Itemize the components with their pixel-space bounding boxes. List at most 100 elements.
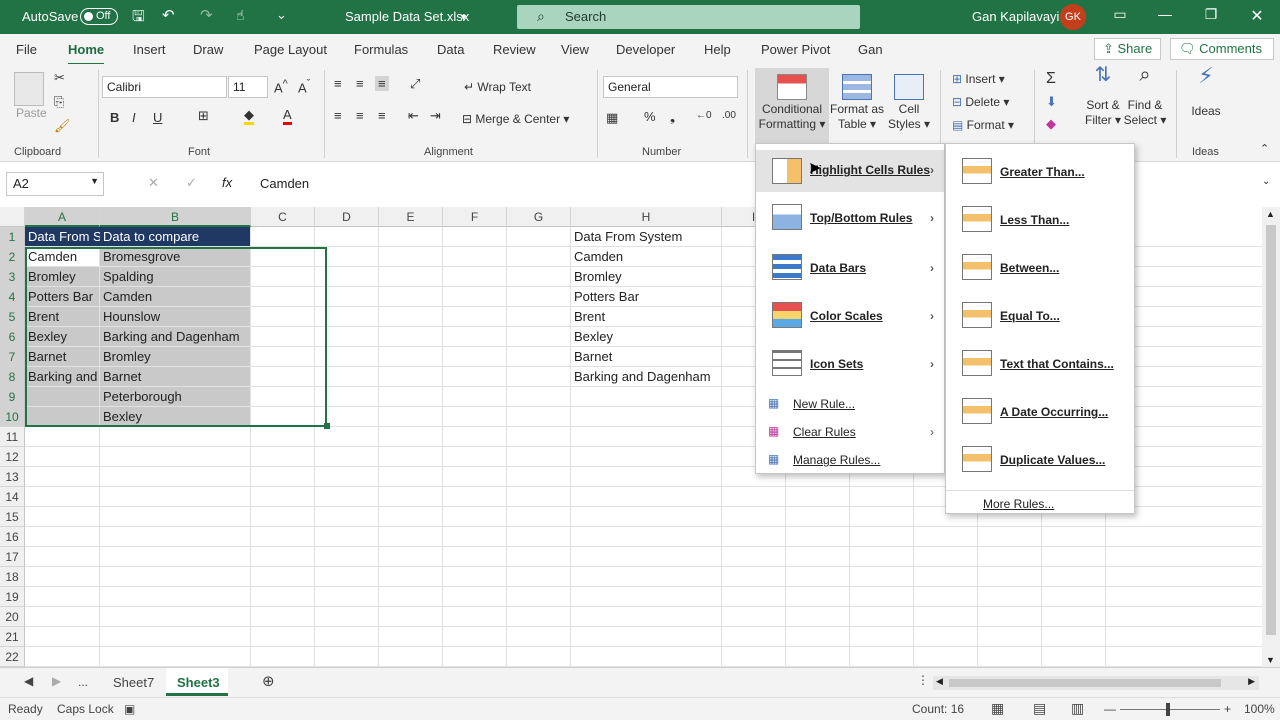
tab-insert[interactable]: Insert: [133, 42, 166, 57]
format-cells-button[interactable]: ▤ Format ▾: [952, 118, 1014, 132]
increase-font-icon[interactable]: A^: [274, 78, 288, 95]
underline-button[interactable]: U: [153, 110, 162, 125]
percent-icon[interactable]: %: [644, 109, 656, 124]
row-header-18[interactable]: 18: [0, 567, 25, 587]
row-header-4[interactable]: 4: [0, 287, 25, 307]
cell-b4[interactable]: Camden: [100, 287, 251, 307]
sheet-tab-sheet7[interactable]: Sheet7: [113, 675, 154, 690]
row-header-11[interactable]: 11: [0, 427, 25, 447]
h-scroll-thumb[interactable]: [949, 679, 1221, 687]
fill-icon[interactable]: ⬇: [1046, 94, 1057, 110]
horizontal-scrollbar[interactable]: ◀ ▶: [933, 676, 1259, 690]
submenu-item-date-occurring[interactable]: A Date Occurring...: [946, 392, 1134, 432]
tab-developer[interactable]: Developer: [616, 42, 675, 57]
scroll-thumb[interactable]: [1266, 225, 1276, 635]
sheet-tab-sheet3[interactable]: Sheet3: [166, 668, 228, 696]
name-box[interactable]: A2 ▼: [6, 172, 104, 196]
cell-h5[interactable]: Brent: [571, 307, 722, 327]
tab-file[interactable]: File: [16, 42, 37, 57]
autosave-toggle[interactable]: Off: [80, 8, 118, 25]
find-select-button[interactable]: ⌕ Find & Select ▾: [1122, 65, 1168, 128]
column-header-d[interactable]: D: [315, 207, 379, 227]
cell-b7[interactable]: Bromley: [100, 347, 251, 367]
format-as-table-button[interactable]: Format as Table ▾: [830, 68, 884, 132]
borders-icon[interactable]: ⊞: [198, 108, 209, 124]
italic-button[interactable]: I: [132, 110, 136, 125]
zoom-slider[interactable]: [1120, 709, 1220, 710]
cell-styles-button[interactable]: Cell Styles ▾: [886, 68, 932, 132]
align-right-icon[interactable]: ≡: [378, 108, 386, 123]
top-align-icon[interactable]: ≡: [334, 76, 342, 91]
wrap-text-button[interactable]: ↵ Wrap Text: [464, 80, 531, 94]
cell-b10[interactable]: Bexley: [100, 407, 251, 427]
cell-a9[interactable]: [25, 387, 100, 407]
cell-a8[interactable]: Barking and Dagenham: [25, 367, 100, 387]
comma-style-icon[interactable]: ❟: [670, 109, 675, 125]
submenu-item-duplicate-values[interactable]: Duplicate Values...: [946, 440, 1134, 480]
row-header-3[interactable]: 3: [0, 267, 25, 287]
cell-h2[interactable]: Camden: [571, 247, 722, 267]
column-header-e[interactable]: E: [379, 207, 443, 227]
cell-a3[interactable]: Bromley: [25, 267, 100, 287]
close-icon[interactable]: ✕: [1247, 6, 1267, 26]
split-handle-icon[interactable]: ⋮: [917, 673, 929, 687]
center-icon[interactable]: ≡: [356, 108, 364, 123]
select-all-corner[interactable]: [0, 207, 25, 227]
cell-h7[interactable]: Barnet: [571, 347, 722, 367]
cancel-icon[interactable]: ✕: [148, 175, 159, 191]
scroll-sheets-left-icon[interactable]: ◀: [24, 674, 33, 688]
row-header-22[interactable]: 22: [0, 647, 25, 667]
menu-item-color-scales[interactable]: Color Scales ›: [756, 296, 944, 338]
copy-icon[interactable]: ⎘: [54, 94, 64, 110]
menu-item-manage-rules[interactable]: ▦ Manage Rules...: [756, 448, 944, 474]
tab-review[interactable]: Review: [493, 42, 536, 57]
autosum-icon[interactable]: Σ: [1046, 70, 1056, 88]
conditional-formatting-button[interactable]: Conditional Formatting ▾: [755, 68, 829, 144]
restore-icon[interactable]: ❐: [1201, 6, 1221, 26]
tab-data[interactable]: Data: [437, 42, 464, 57]
paste-button[interactable]: Paste: [16, 106, 47, 120]
collapse-ribbon-icon[interactable]: ⌃: [1260, 142, 1269, 155]
cell-h1[interactable]: Data From System: [571, 227, 722, 247]
cell-h3[interactable]: Bromley: [571, 267, 722, 287]
more-sheets-button[interactable]: ...: [78, 675, 88, 689]
row-header-9[interactable]: 9: [0, 387, 25, 407]
row-header-19[interactable]: 19: [0, 587, 25, 607]
cell-a10[interactable]: [25, 407, 100, 427]
tab-power-pivot[interactable]: Power Pivot: [761, 42, 830, 57]
cell-h6[interactable]: Bexley: [571, 327, 722, 347]
cell-a6[interactable]: Bexley: [25, 327, 100, 347]
scroll-right-icon[interactable]: ▶: [1248, 676, 1255, 687]
font-size-select[interactable]: 11: [228, 76, 268, 98]
cell-h4[interactable]: Potters Bar: [571, 287, 722, 307]
bottom-align-icon[interactable]: ≡: [375, 76, 389, 91]
undo-icon[interactable]: ↶: [162, 6, 175, 24]
insert-cells-button[interactable]: ⊞ Insert ▾: [952, 72, 1005, 86]
cell-b9[interactable]: Peterborough: [100, 387, 251, 407]
tab-page-layout[interactable]: Page Layout: [254, 42, 327, 57]
submenu-item-between[interactable]: Between...: [946, 248, 1134, 288]
zoom-slider-thumb[interactable]: [1166, 703, 1170, 716]
vertical-scrollbar[interactable]: ▲ ▼: [1262, 207, 1280, 667]
row-header-10[interactable]: 10: [0, 407, 25, 427]
share-button[interactable]: ⇪ Share: [1094, 38, 1161, 60]
row-header-17[interactable]: 17: [0, 547, 25, 567]
tab-help[interactable]: Help: [704, 42, 731, 57]
fill-handle[interactable]: [324, 423, 330, 429]
add-sheet-icon[interactable]: ⊕: [262, 672, 275, 690]
increase-indent-icon[interactable]: ⇥: [430, 108, 441, 124]
decrease-font-icon[interactable]: Aˇ: [298, 78, 310, 95]
middle-align-icon[interactable]: ≡: [356, 76, 364, 91]
column-header-b[interactable]: B: [100, 207, 251, 227]
zoom-out-icon[interactable]: —: [1104, 702, 1116, 716]
zoom-level[interactable]: 100%: [1244, 702, 1275, 716]
cell-a4[interactable]: Potters Bar: [25, 287, 100, 307]
format-painter-icon[interactable]: 🖌: [54, 118, 71, 134]
column-header-c[interactable]: C: [251, 207, 315, 227]
tab-home[interactable]: Home: [68, 42, 105, 66]
font-name-select[interactable]: Calibri: [102, 76, 227, 98]
cell-b2[interactable]: Bromesgrove: [100, 247, 251, 267]
menu-item-new-rule[interactable]: ▦ New Rule...: [756, 392, 944, 418]
submenu-item-less-than[interactable]: Less Than...: [946, 200, 1134, 240]
font-color-icon[interactable]: A: [283, 108, 292, 125]
